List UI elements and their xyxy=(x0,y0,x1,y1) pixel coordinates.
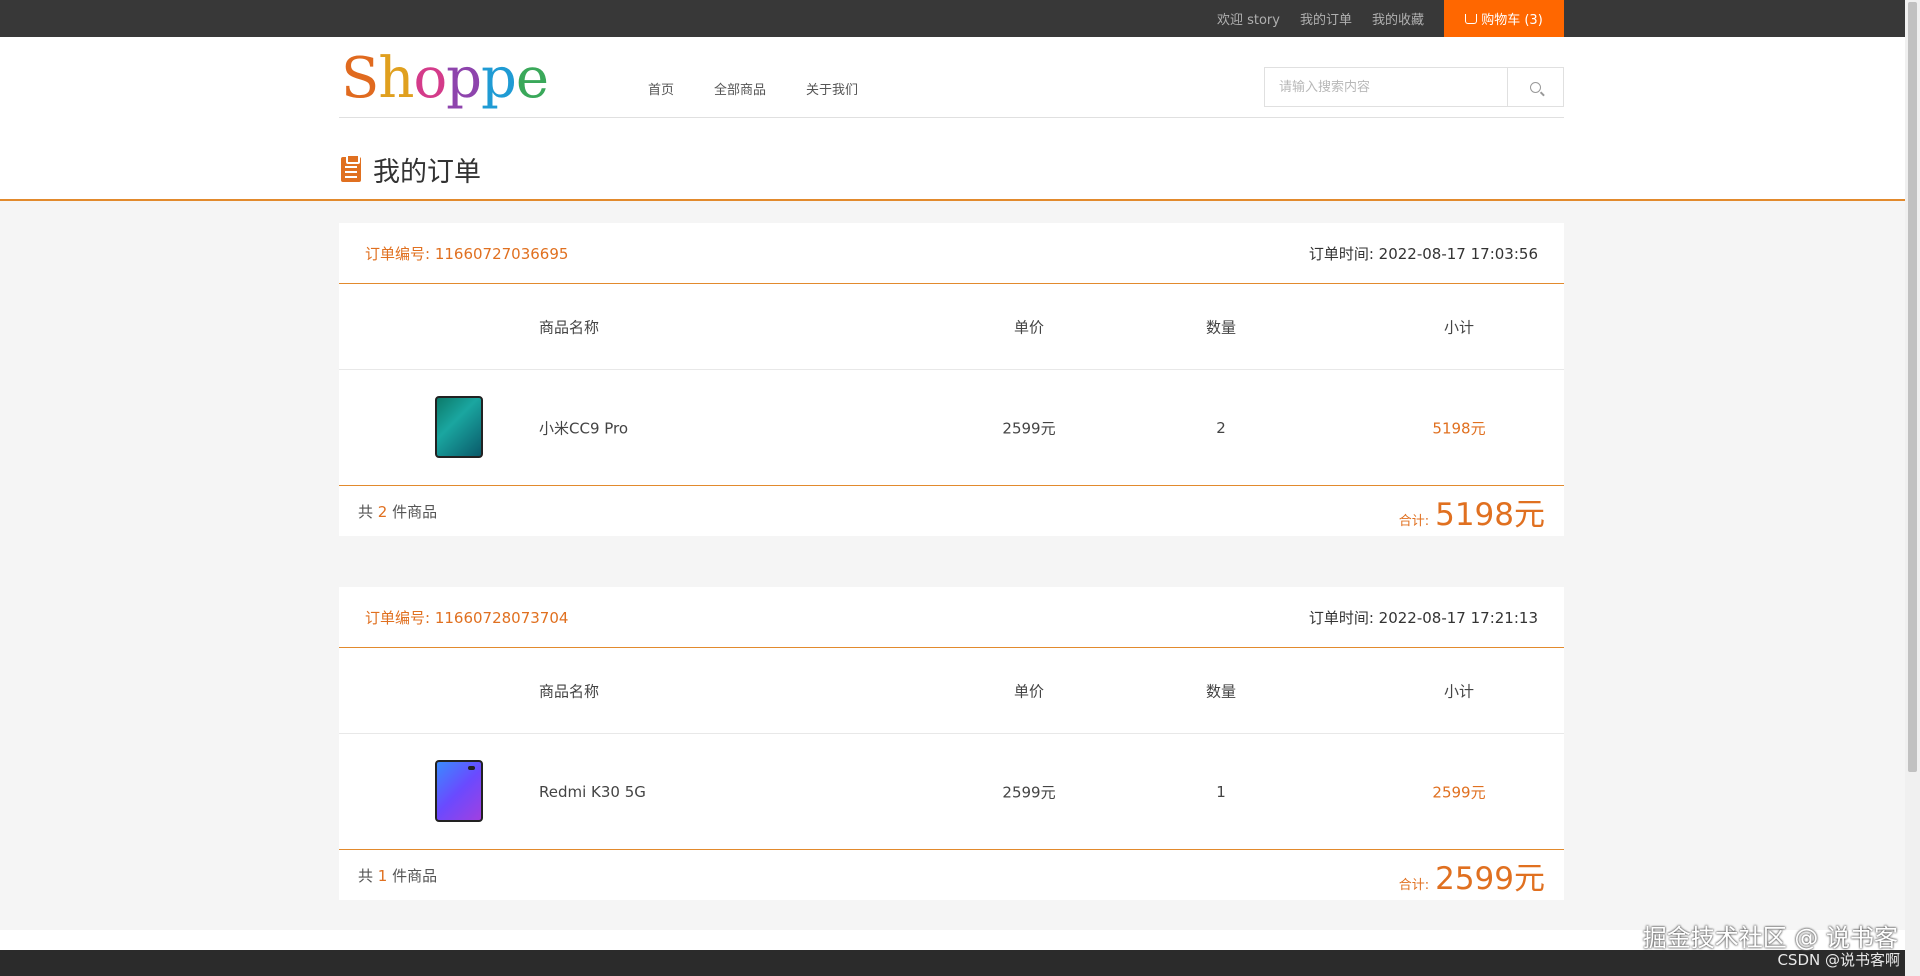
page-title: 我的订单 xyxy=(341,150,481,189)
logo[interactable]: Shoppe xyxy=(341,51,549,107)
logo-letter: p xyxy=(481,46,517,111)
order-header: 订单编号: 11660728073704 订单时间: 2022-08-17 17… xyxy=(339,587,1564,648)
order-list: 订单编号: 11660727036695 订单时间: 2022-08-17 17… xyxy=(339,223,1564,951)
page-scrollbar[interactable] xyxy=(1905,0,1920,976)
my-orders-link[interactable]: 我的订单 xyxy=(1300,9,1352,28)
welcome-user-link[interactable]: 欢迎 story xyxy=(1217,9,1280,28)
product-subtotal: 2599元 xyxy=(1432,783,1486,801)
order-card: 订单编号: 11660727036695 订单时间: 2022-08-17 17… xyxy=(339,223,1564,536)
nav-home[interactable]: 首页 xyxy=(648,79,674,98)
total-amount: 2599元 xyxy=(1435,860,1545,897)
col-price: 单价 xyxy=(1013,682,1044,700)
watermark: 掘金技术社区 @ 说书客 xyxy=(1642,924,1898,952)
cart-button[interactable]: 购物车 (3) xyxy=(1444,0,1564,37)
order-time: 订单时间: 2022-08-17 17:21:13 xyxy=(1308,608,1538,627)
col-qty: 数量 xyxy=(1205,318,1236,336)
order-total: 合计: 2599元 xyxy=(1399,853,1545,898)
nav-about-us[interactable]: 关于我们 xyxy=(806,79,858,98)
my-favorites-link[interactable]: 我的收藏 xyxy=(1372,9,1424,28)
product-name[interactable]: Redmi K30 5G xyxy=(539,783,646,801)
main-nav: 首页 全部商品 关于我们 xyxy=(648,79,858,98)
total-amount: 5198元 xyxy=(1435,496,1545,533)
order-number: 订单编号: 11660728073704 xyxy=(365,608,569,627)
clipboard-icon xyxy=(341,154,361,182)
product-image[interactable] xyxy=(435,395,485,460)
footer xyxy=(0,950,1905,976)
table-header: 商品名称 单价 数量 小计 xyxy=(339,284,1564,370)
col-subtotal: 小计 xyxy=(1443,682,1474,700)
nav-all-products[interactable]: 全部商品 xyxy=(714,79,766,98)
search-input[interactable] xyxy=(1265,68,1507,106)
total-label: 合计: xyxy=(1398,513,1430,529)
col-qty: 数量 xyxy=(1205,682,1236,700)
col-subtotal: 小计 xyxy=(1443,318,1474,336)
product-qty: 1 xyxy=(1216,782,1226,801)
footer-band xyxy=(0,930,1905,950)
item-count: 共 1 件商品 xyxy=(358,866,438,885)
product-price: 2599元 xyxy=(1002,419,1056,437)
product-image[interactable] xyxy=(435,759,485,824)
table-row: Redmi K30 5G 2599元 1 2599元 xyxy=(339,734,1564,850)
product-name[interactable]: 小米CC9 Pro xyxy=(539,417,628,438)
top-bar: 欢迎 story 我的订单 我的收藏 购物车 (3) xyxy=(0,0,1920,37)
watermark-csdn: CSDN @说书客啊 xyxy=(1777,951,1900,969)
item-count: 共 2 件商品 xyxy=(358,502,438,521)
logo-letter: S xyxy=(341,46,379,111)
search-box xyxy=(1264,67,1564,107)
col-name: 商品名称 xyxy=(539,682,600,700)
order-time: 订单时间: 2022-08-17 17:03:56 xyxy=(1308,244,1538,263)
order-footer: 共 1 件商品 合计: 2599元 xyxy=(339,850,1564,900)
logo-letter: h xyxy=(378,46,414,111)
order-card: 订单编号: 11660728073704 订单时间: 2022-08-17 17… xyxy=(339,587,1564,900)
order-header: 订单编号: 11660727036695 订单时间: 2022-08-17 17… xyxy=(339,223,1564,284)
total-label: 合计: xyxy=(1398,877,1430,893)
product-price: 2599元 xyxy=(1002,783,1056,801)
order-number: 订单编号: 11660727036695 xyxy=(365,244,569,263)
table-header: 商品名称 单价 数量 小计 xyxy=(339,648,1564,734)
table-row: 小米CC9 Pro 2599元 2 5198元 xyxy=(339,370,1564,486)
product-qty: 2 xyxy=(1216,418,1226,437)
product-subtotal: 5198元 xyxy=(1432,419,1486,437)
logo-letter: e xyxy=(515,46,549,111)
site-header: Shoppe 首页 全部商品 关于我们 xyxy=(0,37,1920,201)
logo-letter: p xyxy=(446,46,482,111)
col-name: 商品名称 xyxy=(539,318,600,336)
search-icon xyxy=(1530,81,1541,93)
logo-letter: o xyxy=(413,46,447,111)
page-title-text: 我的订单 xyxy=(373,157,481,188)
order-footer: 共 2 件商品 合计: 5198元 xyxy=(339,486,1564,536)
col-price: 单价 xyxy=(1013,318,1044,336)
search-button[interactable] xyxy=(1507,68,1563,106)
cart-icon xyxy=(1465,13,1478,24)
order-total: 合计: 5198元 xyxy=(1399,489,1545,534)
cart-label: 购物车 (3) xyxy=(1481,13,1543,28)
scrollbar-thumb[interactable] xyxy=(1908,2,1917,772)
